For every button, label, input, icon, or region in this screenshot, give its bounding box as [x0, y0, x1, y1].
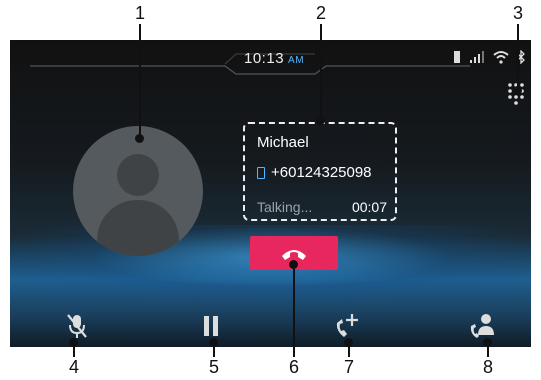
leader-line-1 [139, 24, 141, 138]
leader-line-6 [293, 264, 295, 357]
leader-dot-3 [513, 86, 522, 95]
time-value: 10:13 [244, 50, 285, 67]
status-bar: 10:13 AM [10, 40, 531, 76]
wifi-icon [493, 51, 509, 64]
callout-8: 8 [482, 357, 493, 377]
leader-dot-8 [483, 338, 492, 347]
call-controls-bar [10, 305, 531, 347]
signal-icon [470, 51, 484, 63]
status-time: 10:13 AM [244, 50, 304, 67]
time-ampm: AM [288, 55, 305, 66]
battery-icon [454, 51, 460, 63]
avatar-body [97, 200, 179, 256]
avatar-head [117, 154, 159, 196]
call-state: Talking... [257, 199, 313, 215]
call-info-panel: Michael +60124325098 Talking... 00:07 [243, 122, 397, 221]
contacts-icon[interactable] [468, 311, 498, 341]
mobile-phone-icon [257, 166, 265, 179]
leader-dot-1 [135, 134, 144, 143]
callout-3: 3 [512, 3, 523, 23]
mic-mute-icon[interactable] [62, 311, 92, 341]
leader-dot-6 [289, 260, 298, 269]
callout-4: 4 [68, 357, 79, 377]
leader-dot-2 [316, 116, 325, 125]
leader-line-3 [517, 24, 519, 90]
callout-5: 5 [208, 357, 219, 377]
pause-icon[interactable] [196, 311, 226, 341]
caller-number-row: +60124325098 [257, 164, 372, 181]
contact-avatar [73, 126, 203, 256]
leader-dot-7 [344, 338, 353, 347]
add-call-icon[interactable] [332, 311, 362, 341]
caller-number: +60124325098 [271, 164, 372, 181]
callout-7: 7 [343, 357, 354, 377]
callout-6: 6 [288, 357, 299, 377]
call-screen: 10:13 AM Michael +60124325098 Talking...… [10, 40, 531, 347]
leader-dot-5 [209, 338, 218, 347]
call-duration: 00:07 [351, 199, 387, 215]
status-icons [453, 50, 525, 64]
leader-dot-4 [69, 338, 78, 347]
caller-name: Michael [257, 134, 309, 151]
leader-line-2 [320, 24, 322, 120]
callout-1: 1 [134, 3, 145, 23]
callout-2: 2 [315, 3, 326, 23]
